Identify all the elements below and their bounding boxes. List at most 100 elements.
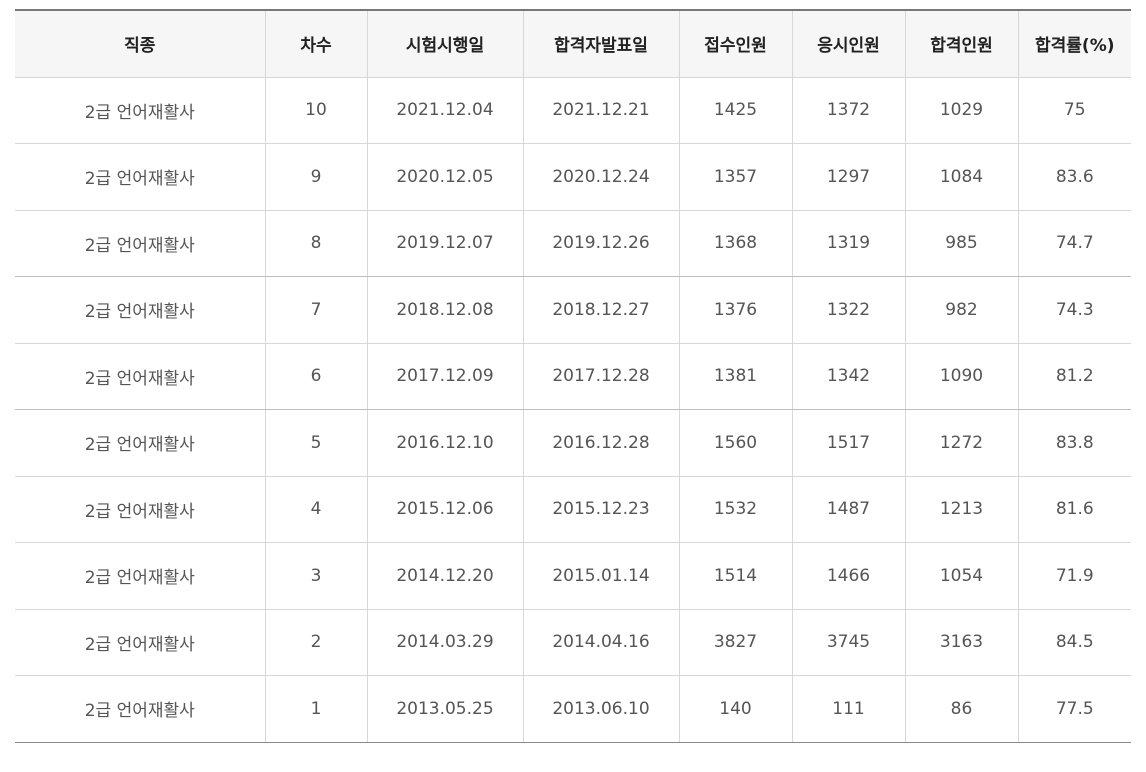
cell-pass-rate: 77.5 [1017,675,1131,743]
cell-pass-rate: 81.2 [1017,343,1131,410]
table-row: 2급 언어재활사 9 2020.12.05 2020.12.24 1357 1297 108… [15,143,1131,211]
table-row: 2급 언어재활사 4 2015.12.06 2015.12.23 1532 1487 121… [15,476,1131,543]
cell-job-type: 2급 언어재활사 [15,675,265,743]
table-row: 2급 언어재활사 5 2016.12.10 2016.12.28 1560 1517 127… [15,409,1131,477]
cell-exam-date: 2021.12.04 [366,77,523,144]
cell-round: 5 [264,409,367,477]
cell-pass-rate: 83.6 [1017,143,1131,211]
cell-announcement-date: 2018.12.27 [522,276,679,344]
cell-job-type: 2급 언어재활사 [15,542,265,610]
cell-examinees: 1487 [791,476,905,543]
cell-examinees: 1466 [791,542,905,610]
cell-pass-rate: 74.3 [1017,276,1131,344]
cell-applicants: 1514 [678,542,792,610]
cell-applicants: 1425 [678,77,792,144]
table-row: 2급 언어재활사 2 2014.03.29 2014.04.16 3827 3745 316… [15,609,1131,676]
cell-passed: 1213 [904,476,1018,543]
cell-applicants: 1560 [678,409,792,477]
cell-job-type: 2급 언어재활사 [15,276,265,344]
header-pass-rate: 합격률(%) [1017,9,1131,78]
cell-passed: 1272 [904,409,1018,477]
cell-examinees: 1322 [791,276,905,344]
cell-job-type: 2급 언어재활사 [15,77,265,144]
cell-announcement-date: 2014.04.16 [522,609,679,676]
cell-passed: 86 [904,675,1018,743]
table-row: 2급 언어재활사 8 2019.12.07 2019.12.26 1368 1319 985… [15,210,1131,277]
cell-passed: 985 [904,210,1018,277]
cell-exam-date: 2014.12.20 [366,542,523,610]
table-row: 2급 언어재활사 3 2014.12.20 2015.01.14 1514 1466 105… [15,542,1131,610]
cell-exam-date: 2016.12.10 [366,409,523,477]
cell-job-type: 2급 언어재활사 [15,210,265,277]
header-announcement-date: 합격자발표일 [522,9,679,78]
cell-exam-date: 2013.05.25 [366,675,523,743]
cell-exam-date: 2014.03.29 [366,609,523,676]
cell-exam-date: 2015.12.06 [366,476,523,543]
cell-applicants: 1376 [678,276,792,344]
cell-examinees: 3745 [791,609,905,676]
cell-passed: 1090 [904,343,1018,410]
cell-applicants: 3827 [678,609,792,676]
cell-examinees: 1319 [791,210,905,277]
table-row: 2급 언어재활사 10 2021.12.04 2021.12.21 1425 1372 10… [15,77,1131,144]
cell-round: 6 [264,343,367,410]
table-row: 2급 언어재활사 6 2017.12.09 2017.12.28 1381 1342 109… [15,343,1131,410]
cell-announcement-date: 2017.12.28 [522,343,679,410]
cell-examinees: 111 [791,675,905,743]
cell-pass-rate: 84.5 [1017,609,1131,676]
cell-passed: 982 [904,276,1018,344]
cell-pass-rate: 71.9 [1017,542,1131,610]
table-row: 2급 언어재활사 7 2018.12.08 2018.12.27 1376 1322 982… [15,276,1131,344]
cell-applicants: 1368 [678,210,792,277]
cell-announcement-date: 2016.12.28 [522,409,679,477]
cell-passed: 1054 [904,542,1018,610]
header-round: 차수 [264,9,367,78]
cell-examinees: 1517 [791,409,905,477]
cell-announcement-date: 2013.06.10 [522,675,679,743]
cell-examinees: 1342 [791,343,905,410]
header-applicants: 접수인원 [678,9,792,78]
cell-examinees: 1372 [791,77,905,144]
table-header-row: 직종 차수 시험시행일 합격자발표일 접수인원 응시인원 합격인원 합격률(%) [15,9,1131,78]
cell-pass-rate: 75 [1017,77,1131,144]
cell-announcement-date: 2015.01.14 [522,542,679,610]
cell-passed: 3163 [904,609,1018,676]
cell-job-type: 2급 언어재활사 [15,409,265,477]
cell-job-type: 2급 언어재활사 [15,343,265,410]
cell-round: 3 [264,542,367,610]
cell-announcement-date: 2021.12.21 [522,77,679,144]
cell-round: 8 [264,210,367,277]
cell-exam-date: 2019.12.07 [366,210,523,277]
cell-applicants: 1357 [678,143,792,211]
cell-pass-rate: 74.7 [1017,210,1131,277]
cell-pass-rate: 83.8 [1017,409,1131,477]
exam-results-table-container: 직종 차수 시험시행일 합격자발표일 접수인원 응시인원 합격인원 합격률(%)… [15,9,1131,743]
cell-job-type: 2급 언어재활사 [15,609,265,676]
cell-round: 10 [264,77,367,144]
cell-applicants: 1532 [678,476,792,543]
cell-exam-date: 2018.12.08 [366,276,523,344]
cell-announcement-date: 2019.12.26 [522,210,679,277]
cell-exam-date: 2020.12.05 [366,143,523,211]
cell-announcement-date: 2015.12.23 [522,476,679,543]
cell-exam-date: 2017.12.09 [366,343,523,410]
cell-pass-rate: 81.6 [1017,476,1131,543]
cell-round: 2 [264,609,367,676]
cell-job-type: 2급 언어재활사 [15,476,265,543]
cell-round: 7 [264,276,367,344]
cell-round: 9 [264,143,367,211]
cell-applicants: 1381 [678,343,792,410]
table-row: 2급 언어재활사 1 2013.05.25 2013.06.10 140 111 86 77.… [15,675,1131,743]
exam-results-table: 직종 차수 시험시행일 합격자발표일 접수인원 응시인원 합격인원 합격률(%)… [15,9,1131,743]
cell-applicants: 140 [678,675,792,743]
cell-job-type: 2급 언어재활사 [15,143,265,211]
cell-passed: 1029 [904,77,1018,144]
cell-round: 4 [264,476,367,543]
cell-passed: 1084 [904,143,1018,211]
header-job-type: 직종 [15,9,265,78]
header-examinees: 응시인원 [791,9,905,78]
header-exam-date: 시험시행일 [366,9,523,78]
cell-announcement-date: 2020.12.24 [522,143,679,211]
header-passed: 합격인원 [904,9,1018,78]
cell-examinees: 1297 [791,143,905,211]
